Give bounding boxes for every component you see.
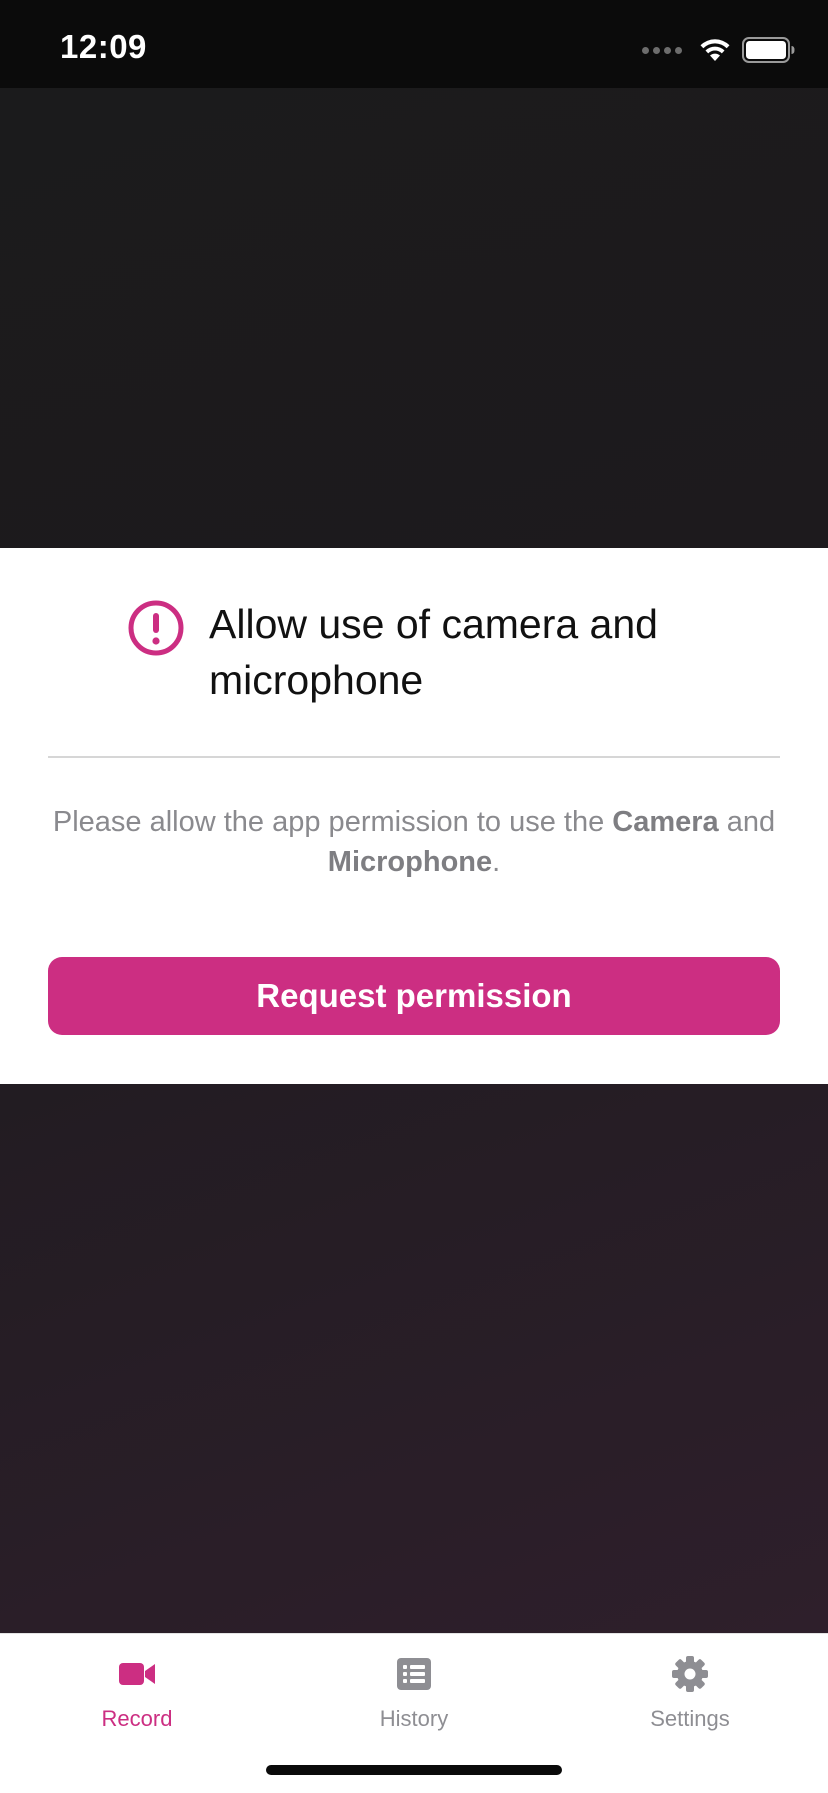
request-permission-button[interactable]: Request permission	[48, 957, 780, 1035]
tab-label-settings: Settings	[650, 1706, 730, 1731]
tab-settings[interactable]: Settings	[590, 1648, 790, 1732]
status-icons	[642, 34, 796, 66]
tab-bar: Record History Settings	[0, 1633, 828, 1793]
permission-title: Allow use of camera and microphone	[209, 601, 658, 703]
divider	[48, 756, 780, 758]
permission-message: Please allow the app permission to use t…	[48, 802, 780, 882]
gear-icon	[672, 1656, 708, 1692]
permission-header: Allow use of camera and microphone	[128, 596, 728, 708]
tab-record[interactable]: Record	[37, 1648, 237, 1732]
camera-preview-bottom	[0, 1084, 828, 1633]
video-camera-icon	[119, 1663, 155, 1685]
tab-history[interactable]: History	[314, 1648, 514, 1732]
list-icon	[397, 1658, 431, 1690]
camera-preview-top	[0, 88, 828, 548]
battery-icon	[742, 37, 795, 63]
alert-circle-icon	[128, 600, 184, 656]
wifi-icon	[700, 39, 730, 61]
message-prefix: Please allow the app permission to use t…	[52, 806, 613, 838]
message-microphone: Microphone	[327, 846, 493, 878]
status-bar: 12:09	[0, 0, 828, 88]
message-camera: Camera	[612, 806, 719, 838]
status-time: 12:09	[60, 28, 147, 65]
cellular-signal-icon	[642, 46, 682, 54]
message-middle: and	[718, 806, 776, 838]
permission-card: Allow use of camera and microphone Pleas…	[0, 548, 828, 1084]
tab-label-record: Record	[101, 1706, 173, 1731]
message-suffix: .	[492, 846, 501, 878]
home-indicator	[266, 1765, 562, 1775]
tab-label-history: History	[379, 1706, 449, 1731]
